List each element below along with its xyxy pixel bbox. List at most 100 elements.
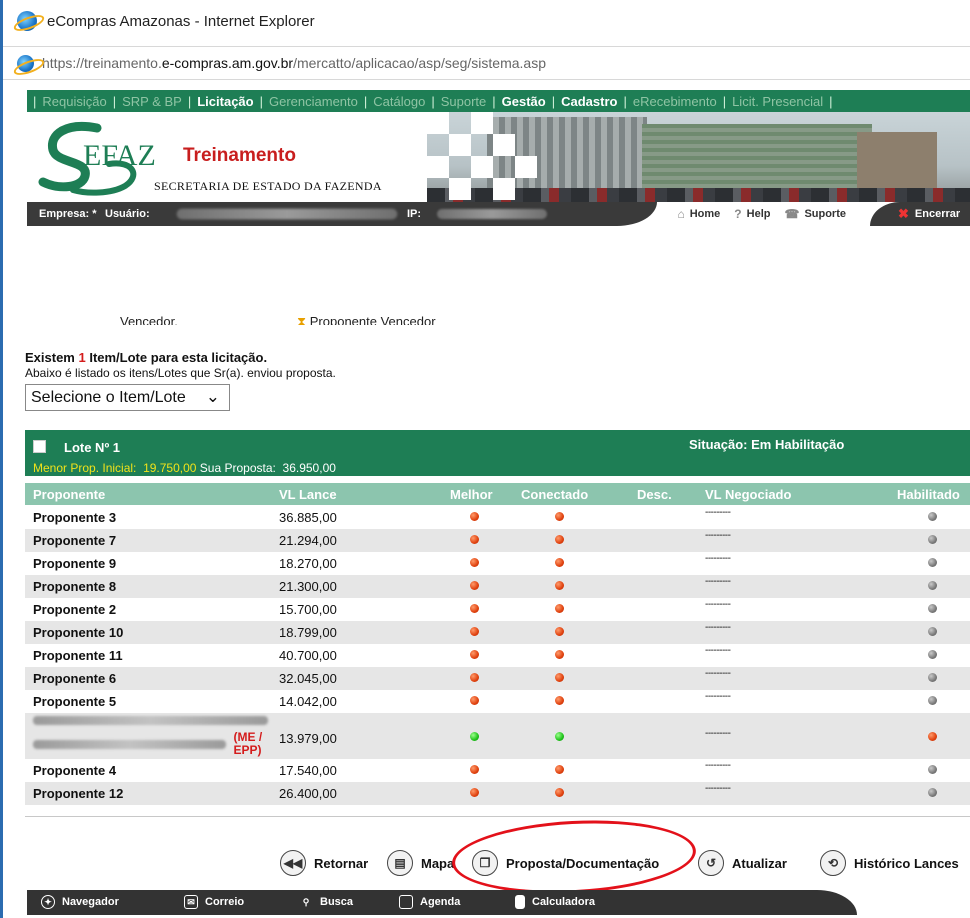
proponente-name: Proponente 12 — [33, 786, 124, 801]
nav-item-licit-presencial[interactable]: Licit. Presencial — [732, 94, 823, 109]
table-row: Proponente 10 18.799,00 --------- — [25, 621, 970, 644]
vl-lance: 18.270,00 — [279, 556, 337, 571]
melhor-status-dot-icon — [470, 604, 479, 613]
items-description: Abaixo é listado os itens/Lotes que Sr(a… — [25, 366, 336, 380]
proponente-name: Proponente 5 — [33, 694, 117, 709]
melhor-status-dot-icon — [470, 732, 479, 741]
habilitado-status-dot-icon — [928, 535, 937, 544]
help-icon: ? — [734, 207, 742, 221]
window-edge — [0, 0, 3, 918]
nav-item-gest-o[interactable]: Gestão — [502, 94, 546, 109]
table-row: Proponente 5 14.042,00 --------- — [25, 690, 970, 713]
vl-lance: 21.294,00 — [279, 533, 337, 548]
checker-tile — [471, 156, 493, 178]
conectado-status-dot-icon — [555, 788, 564, 797]
lote-values: Menor Prop. Inicial: 19.750,00 Sua Propo… — [33, 461, 336, 475]
melhor-status-dot-icon — [470, 581, 479, 590]
nav-separator: | — [259, 93, 263, 109]
menor-value: 19.750,00 — [143, 461, 197, 475]
empresa-label: Empresa: * — [39, 208, 97, 220]
nav-separator: | — [492, 93, 496, 109]
checker-tile — [493, 178, 515, 200]
table-row: Proponente 2 15.700,00 --------- — [25, 598, 970, 621]
busca-button[interactable]: ⚲ Busca — [299, 895, 353, 909]
vl-lance: 40.700,00 — [279, 648, 337, 663]
item-lote-select[interactable]: Selecione o Item/Lote ⌄ — [25, 384, 230, 411]
retornar-button[interactable]: ◀◀ Retornar — [280, 848, 368, 878]
agenda-label: Agenda — [420, 896, 461, 908]
legend-label: Proponente Vencedor — [309, 314, 436, 325]
correio-button[interactable]: ✉ Correio — [184, 895, 244, 909]
busca-label: Busca — [320, 896, 354, 908]
habilitado-status-dot-icon — [928, 604, 937, 613]
col-conectado: Conectado — [521, 487, 589, 502]
compass-icon: ✦ — [41, 895, 55, 909]
redacted-name — [33, 739, 226, 749]
close-icon: ✖ — [898, 206, 909, 221]
mapa-button[interactable]: ▤ Mapa — [387, 848, 454, 878]
nav-item-cadastro[interactable]: Cadastro — [561, 94, 617, 109]
melhor-status-dot-icon — [470, 627, 479, 636]
vl-lance: 26.400,00 — [279, 786, 337, 801]
col-melhor: Melhor — [450, 487, 493, 502]
lote-checkbox[interactable] — [33, 440, 46, 453]
map-icon: ▤ — [387, 850, 413, 876]
atualizar-label: Atualizar — [732, 855, 787, 871]
nav-item-suporte[interactable]: Suporte — [441, 94, 487, 109]
navegador-button[interactable]: ✦ Navegador — [41, 895, 119, 909]
proposta-documentacao-button[interactable]: ❐ Proposta/Documentação — [472, 848, 659, 878]
proponente-name: Proponente 7 — [33, 533, 117, 548]
help-link[interactable]: ? Help — [734, 207, 770, 221]
habilitado-status-dot-icon — [928, 673, 937, 682]
address-bar[interactable]: https://treinamento.e-compras.am.gov.br/… — [3, 46, 970, 80]
col-habilitado: Habilitado — [897, 487, 960, 502]
nav-separator: | — [363, 93, 368, 109]
building-part — [857, 132, 937, 194]
logo-text: EFAZ — [83, 139, 156, 172]
encerrar-button[interactable]: ✖ Encerrar — [870, 202, 970, 226]
vl-negociado: --------- — [705, 668, 731, 679]
usuario-label: Usuário: — [105, 208, 150, 220]
checker-tile — [427, 112, 449, 134]
url[interactable]: https://treinamento.e-compras.am.gov.br/… — [42, 55, 546, 71]
menor-label: Menor Prop. Inicial: — [33, 461, 137, 475]
organization-name: SECRETARIA DE ESTADO DA FAZENDA — [154, 179, 382, 193]
melhor-status-dot-icon — [470, 673, 479, 682]
nav-item-licita-o[interactable]: Licitação — [197, 94, 253, 109]
summary-suffix: Item/Lote para esta licitação. — [85, 350, 268, 365]
table-row: Proponente 4 17.540,00 --------- — [25, 759, 970, 782]
search-icon: ⚲ — [302, 896, 310, 907]
col-desc: Desc. — [637, 487, 672, 502]
melhor-status-dot-icon — [470, 512, 479, 521]
vl-lance: 13.979,00 — [279, 731, 337, 746]
table-row: Proponente 7 21.294,00 --------- — [25, 529, 970, 552]
atualizar-button[interactable]: ↺ Atualizar — [698, 848, 787, 878]
nav-item-srp-bp[interactable]: SRP & BP — [122, 94, 182, 109]
documents-icon: ❐ — [472, 850, 498, 876]
url-scheme: https:// — [42, 55, 85, 71]
proponente-name: (ME / EPP) — [33, 716, 273, 757]
environment-title: Treinamento — [183, 145, 296, 166]
home-link[interactable]: ⌂ Home — [677, 207, 720, 221]
nav-separator: | — [112, 93, 117, 109]
conectado-status-dot-icon — [555, 696, 564, 705]
vl-lance: 15.700,00 — [279, 602, 337, 617]
nav-item-erecebimento[interactable]: eRecebimento — [633, 94, 717, 109]
nav-item-cat-logo[interactable]: Catálogo — [373, 94, 425, 109]
nav-item-gerenciamento[interactable]: Gerenciamento — [269, 94, 358, 109]
melhor-status-dot-icon — [470, 788, 479, 797]
table-header: Proponente VL Lance Melhor Conectado Des… — [25, 483, 970, 505]
calculadora-button[interactable]: Calculadora — [515, 895, 595, 909]
proponente-name: Proponente 11 — [33, 648, 123, 663]
calendar-icon — [399, 895, 413, 909]
nav-item-requisi-o[interactable]: Requisição — [42, 94, 106, 109]
table-row: Proponente 9 18.270,00 --------- — [25, 552, 970, 575]
url-path: /mercatto/aplicacao/asp/seg/sistema.asp — [293, 55, 546, 71]
agenda-button[interactable]: Agenda — [399, 895, 460, 909]
historico-lances-button[interactable]: ⟲ Histórico Lances — [820, 848, 959, 878]
proponente-name: Proponente 6 — [33, 671, 117, 686]
suporte-link[interactable]: ☎ Suporte — [784, 207, 846, 221]
vl-lance: 32.045,00 — [279, 671, 337, 686]
mapa-label: Mapa — [421, 855, 455, 871]
habilitado-status-dot-icon — [928, 732, 937, 741]
